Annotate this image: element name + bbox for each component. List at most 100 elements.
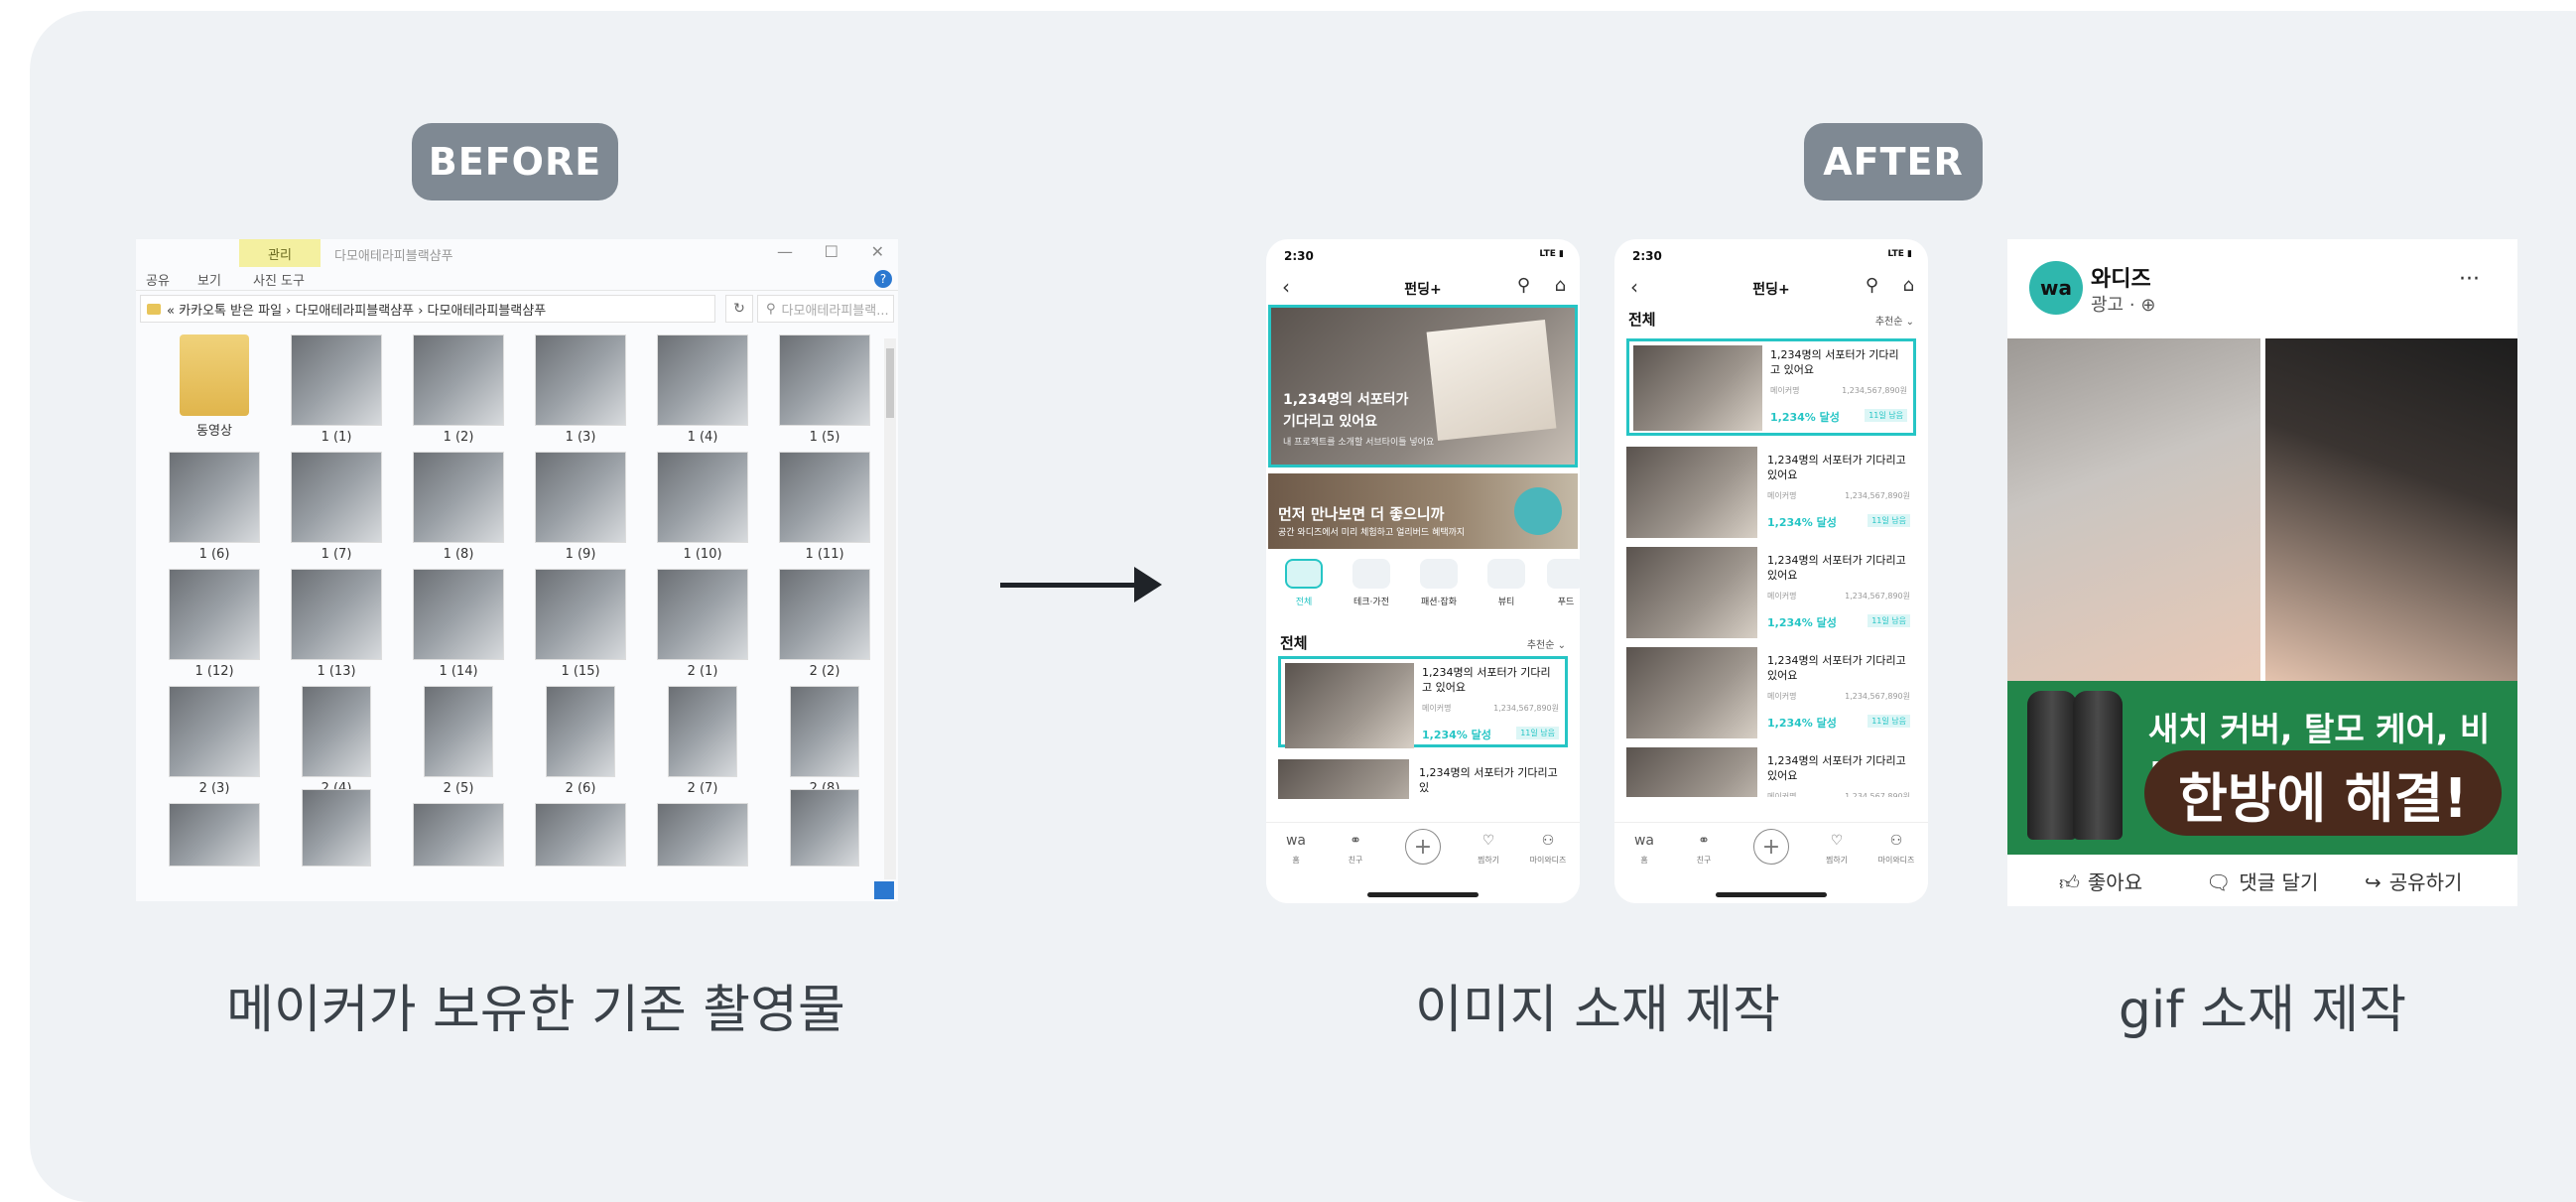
tab-my[interactable]: ⚇ 마이와디즈 bbox=[1874, 833, 1918, 866]
home-icon[interactable]: ⌂ bbox=[1555, 275, 1566, 296]
maximize-icon[interactable]: ☐ bbox=[825, 242, 838, 261]
image-thumbnail bbox=[790, 686, 859, 777]
file-thumbnail[interactable]: 2 (2) bbox=[770, 569, 879, 679]
file-name: 1 (8) bbox=[443, 547, 474, 562]
file-name: 1 (9) bbox=[565, 547, 596, 562]
file-thumbnail[interactable]: 1 (12) bbox=[160, 569, 269, 679]
image-thumbnail[interactable] bbox=[169, 803, 260, 867]
file-thumbnail[interactable]: 1 (8) bbox=[404, 452, 513, 562]
view-toggle-icon[interactable] bbox=[874, 881, 894, 899]
file-thumbnail[interactable]: 1 (3) bbox=[526, 334, 635, 445]
file-name: 2 (1) bbox=[687, 664, 718, 679]
achievement-rate: 1,234% 달성 bbox=[1770, 411, 1840, 424]
image-thumbnail[interactable] bbox=[413, 803, 504, 867]
project-card[interactable]: 1,234명의 서포터가 기다리고 있어요 메이커명 1,234,567,890… bbox=[1278, 656, 1568, 748]
search-icon[interactable]: ⚲ bbox=[1517, 275, 1530, 296]
ribbon-photo-tools[interactable]: 사진 도구 bbox=[253, 270, 305, 289]
category-icon bbox=[1420, 559, 1458, 589]
image-thumbnail bbox=[657, 334, 748, 426]
project-card[interactable]: 1,234명의 서포터가 기다리고 있 bbox=[1278, 759, 1568, 799]
file-thumbnail[interactable]: 2 (4) bbox=[282, 686, 391, 796]
project-card[interactable]: 1,234명의 서포터가 기다리고 있어요 메이커명 1,234,567,890원 bbox=[1626, 747, 1916, 797]
category-all[interactable]: 전체 bbox=[1276, 559, 1332, 607]
brand-name[interactable]: 와디즈 bbox=[2091, 261, 2151, 293]
address-bar[interactable]: « 카카오톡 받은 파일 › 다모애테라피블랙샴푸 › 다모애테라피블랙샴푸 bbox=[140, 295, 715, 323]
sponsored-label: 광고 · ⊕ bbox=[2091, 295, 2156, 316]
file-explorer-window: 관리 다모애테라피블랙샴푸 — ☐ ✕ 공유 보기 사진 도구 ? « 카카오톡… bbox=[136, 239, 898, 901]
tab-friends[interactable]: ⚭ 친구 bbox=[1682, 833, 1726, 866]
image-thumbnail bbox=[169, 686, 260, 777]
caption-image: 이미지 소재 제작 bbox=[1415, 981, 1780, 1040]
promo-banner[interactable]: 먼저 만나보면 더 좋으니까 공간 와디즈에서 미리 체험하고 얼리버드 혜택까… bbox=[1268, 473, 1578, 549]
sort-dropdown[interactable]: 추천순 ⌄ bbox=[1527, 636, 1566, 651]
add-icon[interactable]: + bbox=[1405, 829, 1441, 865]
close-icon[interactable]: ✕ bbox=[871, 242, 884, 261]
file-thumbnail[interactable]: 1 (9) bbox=[526, 452, 635, 562]
tab-friends[interactable]: ⚭ 친구 bbox=[1334, 833, 1377, 866]
tab-wishlist[interactable]: ♡ 찜하기 bbox=[1467, 833, 1510, 866]
tab-home[interactable]: wa 홈 bbox=[1274, 833, 1318, 866]
image-thumbnail[interactable] bbox=[657, 803, 748, 867]
scrollbar-thumb[interactable] bbox=[886, 348, 894, 418]
file-thumbnail[interactable]: 2 (6) bbox=[526, 686, 635, 796]
sort-dropdown[interactable]: 추천순 ⌄ bbox=[1875, 313, 1914, 328]
file-thumbnail[interactable]: 1 (2) bbox=[404, 334, 513, 445]
file-thumbnail[interactable]: 1 (1) bbox=[282, 334, 391, 445]
file-thumbnail[interactable]: 1 (15) bbox=[526, 569, 635, 679]
file-thumbnail[interactable]: 2 (8) bbox=[770, 686, 879, 796]
file-name: 1 (4) bbox=[687, 430, 718, 445]
share-button[interactable]: ↪ 공유하기 bbox=[2365, 867, 2462, 895]
project-card[interactable]: 1,234명의 서포터가 기다리고 있어요 메이커명 1,234,567,890원 1… bbox=[1626, 338, 1916, 436]
before-badge: BEFORE bbox=[412, 123, 618, 200]
image-thumbnail[interactable] bbox=[302, 789, 371, 867]
file-thumbnail[interactable]: 1 (10) bbox=[648, 452, 757, 562]
comment-button[interactable]: 🗨︎ 댓글 달기 bbox=[2206, 867, 2318, 895]
add-icon[interactable]: + bbox=[1753, 829, 1789, 865]
file-thumbnail[interactable]: 2 (3) bbox=[160, 686, 269, 796]
file-thumbnail[interactable]: 1 (7) bbox=[282, 452, 391, 562]
refresh-icon[interactable]: ↻ bbox=[725, 295, 753, 323]
file-thumbnail[interactable]: 2 (1) bbox=[648, 569, 757, 679]
file-thumbnail[interactable]: 1 (4) bbox=[648, 334, 757, 445]
category-fashion[interactable]: 패션·잡화 bbox=[1411, 559, 1467, 607]
file-thumbnail[interactable]: 1 (6) bbox=[160, 452, 269, 562]
tab-wishlist[interactable]: ♡ 찜하기 bbox=[1815, 833, 1859, 866]
home-icon[interactable]: ⌂ bbox=[1903, 275, 1914, 296]
heart-icon: ♡ bbox=[1481, 833, 1495, 849]
category-tech[interactable]: 테크·가전 bbox=[1344, 559, 1399, 607]
project-card[interactable]: 1,234명의 서포터가 기다리고 있어요 메이커명 1,234,567,890원 1… bbox=[1626, 547, 1916, 638]
image-thumbnail bbox=[413, 334, 504, 426]
file-thumbnail[interactable]: 2 (5) bbox=[404, 686, 513, 796]
more-icon[interactable]: ··· bbox=[2459, 267, 2480, 292]
tab-home[interactable]: wa 홈 bbox=[1622, 833, 1666, 866]
ribbon-view[interactable]: 보기 bbox=[197, 270, 221, 289]
file-thumbnail[interactable]: 1 (5) bbox=[770, 334, 879, 445]
ribbon-share[interactable]: 공유 bbox=[146, 270, 170, 289]
category-icon bbox=[1487, 559, 1525, 589]
project-card[interactable]: 1,234명의 서포터가 기다리고 있어요 메이커명 1,234,567,890원 1… bbox=[1626, 647, 1916, 738]
search-icon[interactable]: ⚲ bbox=[1866, 275, 1878, 296]
folder-item[interactable]: 동영상 bbox=[160, 334, 269, 439]
image-thumbnail[interactable] bbox=[790, 789, 859, 867]
tab-manage[interactable]: 관리 bbox=[239, 239, 321, 267]
like-button[interactable]: 👍︎ 좋아요 bbox=[2059, 867, 2142, 895]
file-thumbnail[interactable]: 2 (7) bbox=[648, 686, 757, 796]
minimize-icon[interactable]: — bbox=[777, 242, 793, 261]
search-input[interactable]: ⚲ 다모애테라피블랙... bbox=[757, 295, 894, 323]
category-beauty[interactable]: 뷰티 bbox=[1479, 559, 1534, 607]
file-thumbnail[interactable]: 1 (13) bbox=[282, 569, 391, 679]
dark-hair-photo bbox=[2265, 338, 2517, 681]
image-thumbnail bbox=[668, 686, 737, 777]
image-thumbnail[interactable] bbox=[535, 803, 626, 867]
tab-bar: wa 홈 ⚭ 친구 + ♡ 찜하기 ⚇ 마이와디즈 bbox=[1266, 822, 1580, 903]
category-food[interactable]: 푸드 bbox=[1538, 559, 1580, 607]
scrollbar[interactable] bbox=[884, 338, 896, 879]
tab-my[interactable]: ⚇ 마이와디즈 bbox=[1526, 833, 1570, 866]
project-card[interactable]: 1,234명의 서포터가 기다리고 있어요 메이커명 1,234,567,890원 1… bbox=[1626, 447, 1916, 538]
brand-avatar[interactable]: wa bbox=[2029, 261, 2083, 315]
file-thumbnail[interactable]: 1 (11) bbox=[770, 452, 879, 562]
file-thumbnail[interactable]: 1 (14) bbox=[404, 569, 513, 679]
maker-name: 메이커명 bbox=[1422, 704, 1452, 713]
help-icon[interactable]: ? bbox=[874, 270, 892, 288]
hero-banner[interactable]: 1,234명의 서포터가 기다리고 있어요 내 프로젝트를 소개할 서브타이틀 … bbox=[1268, 305, 1578, 467]
